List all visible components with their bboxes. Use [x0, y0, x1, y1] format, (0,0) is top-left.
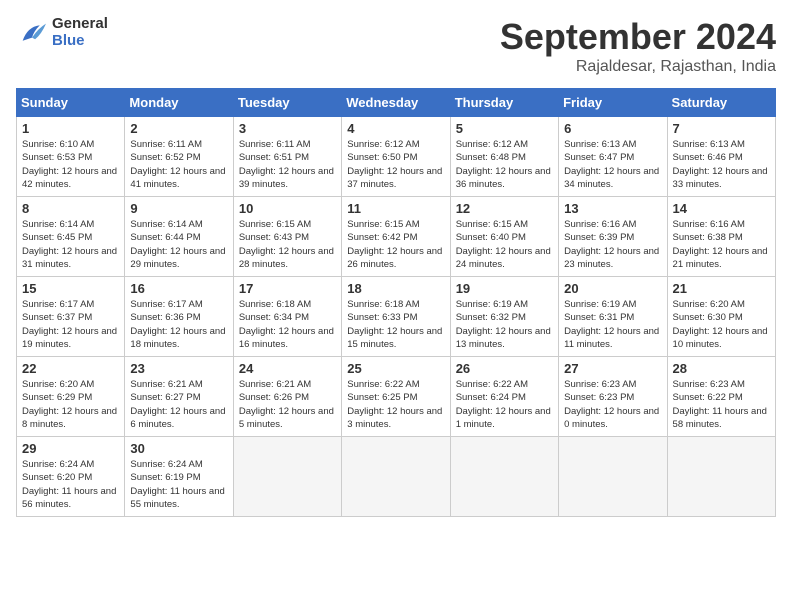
logo: General Blue — [16, 16, 108, 49]
location-title: Rajaldesar, Rajasthan, India — [500, 58, 776, 76]
day-cell-1: 1Sunrise: 6:10 AMSunset: 6:53 PMDaylight… — [17, 117, 125, 197]
day-cell-3: 3Sunrise: 6:11 AMSunset: 6:51 PMDaylight… — [233, 117, 341, 197]
empty-cell — [233, 437, 341, 517]
empty-cell — [450, 437, 558, 517]
day-cell-10: 10Sunrise: 6:15 AMSunset: 6:43 PMDayligh… — [233, 197, 341, 277]
day-cell-21: 21Sunrise: 6:20 AMSunset: 6:30 PMDayligh… — [667, 277, 775, 357]
month-title: September 2024 — [500, 16, 776, 58]
title-block: September 2024 Rajaldesar, Rajasthan, In… — [500, 16, 776, 76]
calendar-week-row: 1Sunrise: 6:10 AMSunset: 6:53 PMDaylight… — [17, 117, 776, 197]
day-cell-2: 2Sunrise: 6:11 AMSunset: 6:52 PMDaylight… — [125, 117, 233, 197]
day-header-monday: Monday — [125, 89, 233, 117]
calendar-header-row: SundayMondayTuesdayWednesdayThursdayFrid… — [17, 89, 776, 117]
day-header-saturday: Saturday — [667, 89, 775, 117]
day-header-sunday: Sunday — [17, 89, 125, 117]
empty-cell — [342, 437, 450, 517]
day-cell-13: 13Sunrise: 6:16 AMSunset: 6:39 PMDayligh… — [559, 197, 667, 277]
day-cell-12: 12Sunrise: 6:15 AMSunset: 6:40 PMDayligh… — [450, 197, 558, 277]
day-cell-27: 27Sunrise: 6:23 AMSunset: 6:23 PMDayligh… — [559, 357, 667, 437]
day-cell-20: 20Sunrise: 6:19 AMSunset: 6:31 PMDayligh… — [559, 277, 667, 357]
day-header-tuesday: Tuesday — [233, 89, 341, 117]
day-cell-5: 5Sunrise: 6:12 AMSunset: 6:48 PMDaylight… — [450, 117, 558, 197]
day-cell-6: 6Sunrise: 6:13 AMSunset: 6:47 PMDaylight… — [559, 117, 667, 197]
day-cell-4: 4Sunrise: 6:12 AMSunset: 6:50 PMDaylight… — [342, 117, 450, 197]
calendar-table: SundayMondayTuesdayWednesdayThursdayFrid… — [16, 88, 776, 517]
calendar-week-row: 29Sunrise: 6:24 AMSunset: 6:20 PMDayligh… — [17, 437, 776, 517]
day-cell-8: 8Sunrise: 6:14 AMSunset: 6:45 PMDaylight… — [17, 197, 125, 277]
day-header-friday: Friday — [559, 89, 667, 117]
empty-cell — [559, 437, 667, 517]
day-cell-7: 7Sunrise: 6:13 AMSunset: 6:46 PMDaylight… — [667, 117, 775, 197]
page-header: General Blue September 2024 Rajaldesar, … — [16, 16, 776, 76]
day-cell-9: 9Sunrise: 6:14 AMSunset: 6:44 PMDaylight… — [125, 197, 233, 277]
day-cell-26: 26Sunrise: 6:22 AMSunset: 6:24 PMDayligh… — [450, 357, 558, 437]
day-cell-18: 18Sunrise: 6:18 AMSunset: 6:33 PMDayligh… — [342, 277, 450, 357]
calendar-week-row: 22Sunrise: 6:20 AMSunset: 6:29 PMDayligh… — [17, 357, 776, 437]
calendar-week-row: 15Sunrise: 6:17 AMSunset: 6:37 PMDayligh… — [17, 277, 776, 357]
calendar-body: 1Sunrise: 6:10 AMSunset: 6:53 PMDaylight… — [17, 117, 776, 517]
empty-cell — [667, 437, 775, 517]
day-cell-14: 14Sunrise: 6:16 AMSunset: 6:38 PMDayligh… — [667, 197, 775, 277]
day-header-thursday: Thursday — [450, 89, 558, 117]
day-cell-11: 11Sunrise: 6:15 AMSunset: 6:42 PMDayligh… — [342, 197, 450, 277]
day-cell-25: 25Sunrise: 6:22 AMSunset: 6:25 PMDayligh… — [342, 357, 450, 437]
day-cell-29: 29Sunrise: 6:24 AMSunset: 6:20 PMDayligh… — [17, 437, 125, 517]
day-cell-19: 19Sunrise: 6:19 AMSunset: 6:32 PMDayligh… — [450, 277, 558, 357]
day-cell-30: 30Sunrise: 6:24 AMSunset: 6:19 PMDayligh… — [125, 437, 233, 517]
logo-icon — [16, 19, 48, 47]
day-cell-16: 16Sunrise: 6:17 AMSunset: 6:36 PMDayligh… — [125, 277, 233, 357]
day-cell-24: 24Sunrise: 6:21 AMSunset: 6:26 PMDayligh… — [233, 357, 341, 437]
calendar-week-row: 8Sunrise: 6:14 AMSunset: 6:45 PMDaylight… — [17, 197, 776, 277]
day-cell-15: 15Sunrise: 6:17 AMSunset: 6:37 PMDayligh… — [17, 277, 125, 357]
day-cell-17: 17Sunrise: 6:18 AMSunset: 6:34 PMDayligh… — [233, 277, 341, 357]
day-cell-23: 23Sunrise: 6:21 AMSunset: 6:27 PMDayligh… — [125, 357, 233, 437]
day-header-wednesday: Wednesday — [342, 89, 450, 117]
day-cell-28: 28Sunrise: 6:23 AMSunset: 6:22 PMDayligh… — [667, 357, 775, 437]
day-cell-22: 22Sunrise: 6:20 AMSunset: 6:29 PMDayligh… — [17, 357, 125, 437]
